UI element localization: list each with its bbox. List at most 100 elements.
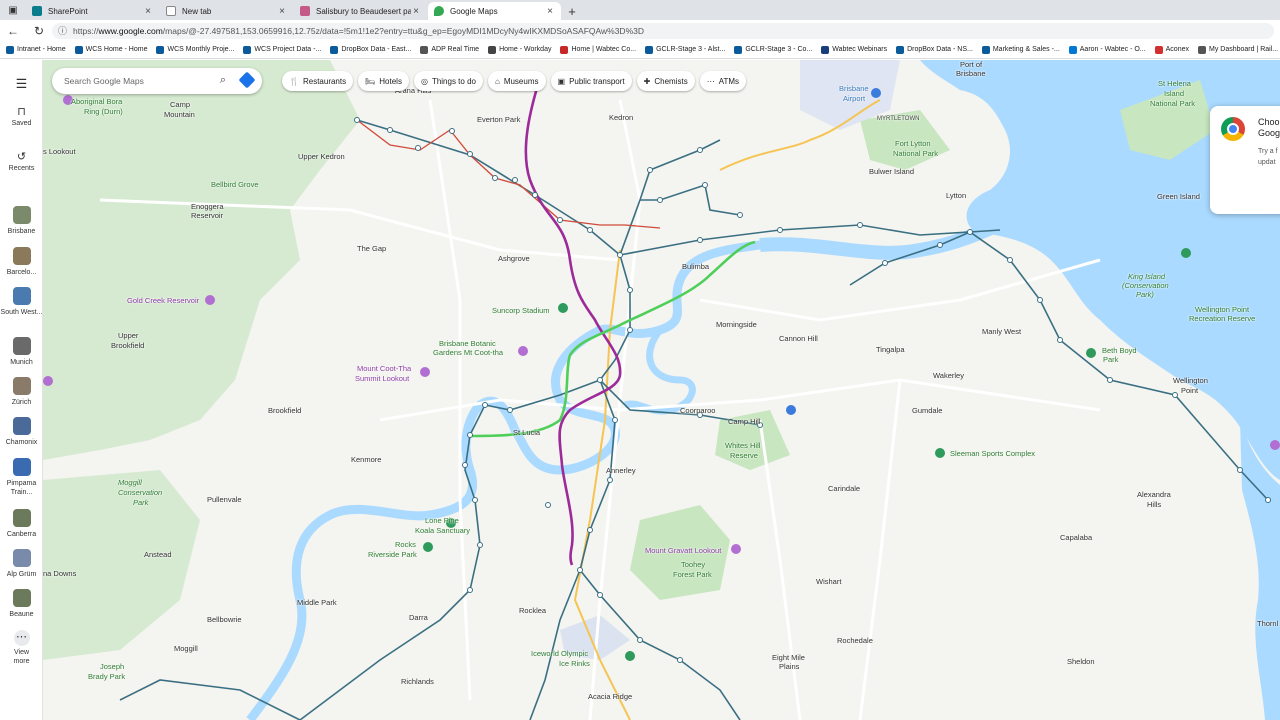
menu-icon[interactable]: ☰ bbox=[0, 76, 43, 92]
place-label[interactable]: Moggill bbox=[118, 478, 142, 487]
place-label[interactable]: Bellbird Grove bbox=[211, 180, 259, 189]
back-icon[interactable]: ← bbox=[0, 24, 26, 38]
place-label[interactable]: Toohey bbox=[681, 560, 705, 569]
address-bar[interactable]: ⓘ https://www.google.com/maps/@-27.49758… bbox=[52, 22, 1274, 39]
place-label[interactable]: Airport bbox=[843, 94, 865, 103]
saved-button[interactable]: ⊓ Saved bbox=[0, 105, 43, 127]
place-label[interactable]: Summit Lookout bbox=[355, 374, 409, 383]
reload-icon[interactable]: ↻ bbox=[26, 24, 52, 38]
place-label[interactable]: Park bbox=[1103, 355, 1118, 364]
place-label[interactable]: Iceworld Olympic bbox=[531, 649, 588, 658]
chip-public-transport[interactable]: ▣ Public transport bbox=[550, 71, 632, 91]
place-label[interactable]: Aboriginal Bora bbox=[71, 97, 122, 106]
place-label: Brisbane bbox=[956, 69, 986, 78]
bookmark-item[interactable]: My Dashboard | Rail... bbox=[1198, 45, 1278, 54]
bookmark-item[interactable]: Home - Workday bbox=[488, 45, 551, 54]
place-label[interactable]: Sleeman Sports Complex bbox=[950, 449, 1035, 458]
place-label[interactable]: Lone Pine bbox=[425, 516, 459, 525]
place-label[interactable]: King Island bbox=[1128, 272, 1165, 281]
search-input[interactable]: Search Google Maps ⌕ bbox=[52, 68, 262, 94]
recent-place-item[interactable]: Zürich bbox=[0, 377, 43, 407]
bookmark-item[interactable]: DropBox Data - East... bbox=[330, 45, 411, 54]
tab-google-maps[interactable]: Google Maps × bbox=[428, 2, 561, 20]
place-label: Darra bbox=[409, 613, 428, 622]
place-label[interactable]: National Park bbox=[893, 149, 938, 158]
recent-place-item[interactable]: Pimpama Train... bbox=[0, 458, 43, 497]
directions-icon[interactable] bbox=[238, 71, 256, 89]
place-label[interactable]: Suncorp Stadium bbox=[492, 306, 550, 315]
place-label[interactable]: Gardens Mt Coot-tha bbox=[433, 348, 503, 357]
tab-new-tab[interactable]: New tab × bbox=[160, 2, 293, 20]
tab-sharepoint[interactable]: SharePoint × bbox=[26, 2, 159, 20]
place-label[interactable]: Wellington Point bbox=[1195, 305, 1249, 314]
recent-place-item[interactable]: Canberra bbox=[0, 509, 43, 539]
chip-hotels[interactable]: 🛏 Hotels bbox=[358, 71, 409, 91]
place-label[interactable]: Park bbox=[133, 498, 148, 507]
place-label[interactable]: Joseph bbox=[100, 662, 124, 671]
bookmark-item[interactable]: WCS Monthly Proje... bbox=[156, 45, 234, 54]
place-label[interactable]: (Conservation bbox=[1122, 281, 1169, 290]
place-label[interactable]: Recreation Reserve bbox=[1189, 314, 1255, 323]
chip-restaurants[interactable]: 🍴 Restaurants bbox=[282, 71, 354, 91]
place-label[interactable]: Rocks bbox=[395, 540, 416, 549]
place-label[interactable]: Ice Rinks bbox=[559, 659, 590, 668]
bookmark-item[interactable]: Wabtec Webinars bbox=[821, 45, 887, 54]
tab-actions-icon[interactable]: ▣ bbox=[0, 0, 26, 20]
place-label[interactable]: Whites Hill bbox=[725, 441, 760, 450]
close-tab-icon[interactable]: × bbox=[411, 6, 421, 17]
bookmark-item[interactable]: ADP Real Time bbox=[420, 45, 479, 54]
bookmark-label: WCS Home - Home bbox=[85, 46, 148, 53]
chip-things-to-do[interactable]: ◎ Things to do bbox=[413, 71, 483, 91]
place-label[interactable]: Forest Park bbox=[673, 570, 712, 579]
close-tab-icon[interactable]: × bbox=[545, 6, 555, 17]
map-canvas[interactable]: Aboriginal Bora Ring (Durn) Camp Mountai… bbox=[43, 60, 1280, 720]
recent-place-item[interactable]: South West... bbox=[0, 287, 43, 317]
place-label[interactable]: Brady Park bbox=[88, 672, 125, 681]
bookmark-item[interactable]: WCS Project Data -... bbox=[243, 45, 321, 54]
close-tab-icon[interactable]: × bbox=[277, 6, 287, 17]
recent-place-item[interactable]: Munich bbox=[0, 337, 43, 367]
place-label[interactable]: St Helena bbox=[1158, 79, 1191, 88]
chrome-promo-popup[interactable]: Choo Goog Try a f updat bbox=[1210, 106, 1280, 214]
place-label[interactable]: Riverside Park bbox=[368, 550, 417, 559]
place-label[interactable]: Reserve bbox=[730, 451, 758, 460]
tab-salisbury[interactable]: Salisbury to Beaudesert passenge × bbox=[294, 2, 427, 20]
place-label[interactable]: Mount Coot-Tha bbox=[357, 364, 411, 373]
chip-chemists[interactable]: ✚ Chemists bbox=[636, 71, 695, 91]
place-label[interactable]: Koala Sanctuary bbox=[415, 526, 470, 535]
place-label[interactable]: Conservation bbox=[118, 488, 162, 497]
bookmark-item[interactable]: GCLR-Stage 3 - Alst... bbox=[645, 45, 725, 54]
place-label[interactable]: Fort Lytton bbox=[895, 139, 931, 148]
chip-atms[interactable]: ⋯ ATMs bbox=[699, 71, 746, 91]
view-more-button[interactable]: ⋯ View more bbox=[0, 630, 43, 666]
place-label[interactable]: Island bbox=[1164, 89, 1184, 98]
recent-place-item[interactable]: Alp Grüm bbox=[0, 549, 43, 579]
new-tab-button[interactable]: + bbox=[562, 2, 582, 20]
chip-museums[interactable]: ⌂ Museums bbox=[487, 71, 546, 91]
recent-place-item[interactable]: Brisbane bbox=[0, 206, 43, 236]
recent-place-item[interactable]: Beaune bbox=[0, 589, 43, 619]
place-label[interactable]: Park) bbox=[1136, 290, 1154, 299]
place-label[interactable]: Brisbane Botanic bbox=[439, 339, 496, 348]
place-label[interactable]: Gold Creek Reservoir bbox=[127, 296, 199, 305]
place-label[interactable]: Brisbane bbox=[839, 84, 869, 93]
place-label[interactable]: Beth Boyd bbox=[1102, 346, 1137, 355]
place-label: Bulwer Island bbox=[869, 167, 915, 176]
search-icon[interactable]: ⌕ bbox=[220, 74, 226, 87]
bookmark-item[interactable]: Intranet - Home bbox=[6, 45, 66, 54]
site-info-icon[interactable]: ⓘ bbox=[58, 24, 67, 37]
place-label[interactable]: Ring (Durn) bbox=[84, 107, 123, 116]
place-label[interactable]: Mount Gravatt Lookout bbox=[645, 546, 721, 555]
bookmark-item[interactable]: WCS Home - Home bbox=[74, 45, 148, 54]
bookmark-item[interactable]: Aconex bbox=[1154, 45, 1189, 54]
bookmark-item[interactable]: Aaron - Wabtec - O... bbox=[1068, 45, 1146, 54]
bookmark-item[interactable]: GCLR-Stage 3 - Co... bbox=[734, 45, 812, 54]
recent-place-item[interactable]: Barcelo... bbox=[0, 247, 43, 277]
close-tab-icon[interactable]: × bbox=[143, 6, 153, 17]
bookmark-item[interactable]: DropBox Data - NS... bbox=[896, 45, 973, 54]
bookmark-item[interactable]: Home | Wabtec Co... bbox=[560, 45, 636, 54]
recents-button[interactable]: ↺ Recents bbox=[0, 150, 43, 172]
recent-place-item[interactable]: Chamonix bbox=[0, 417, 43, 447]
bookmark-item[interactable]: Marketing & Sales -... bbox=[981, 45, 1060, 54]
place-label[interactable]: National Park bbox=[1150, 99, 1195, 108]
